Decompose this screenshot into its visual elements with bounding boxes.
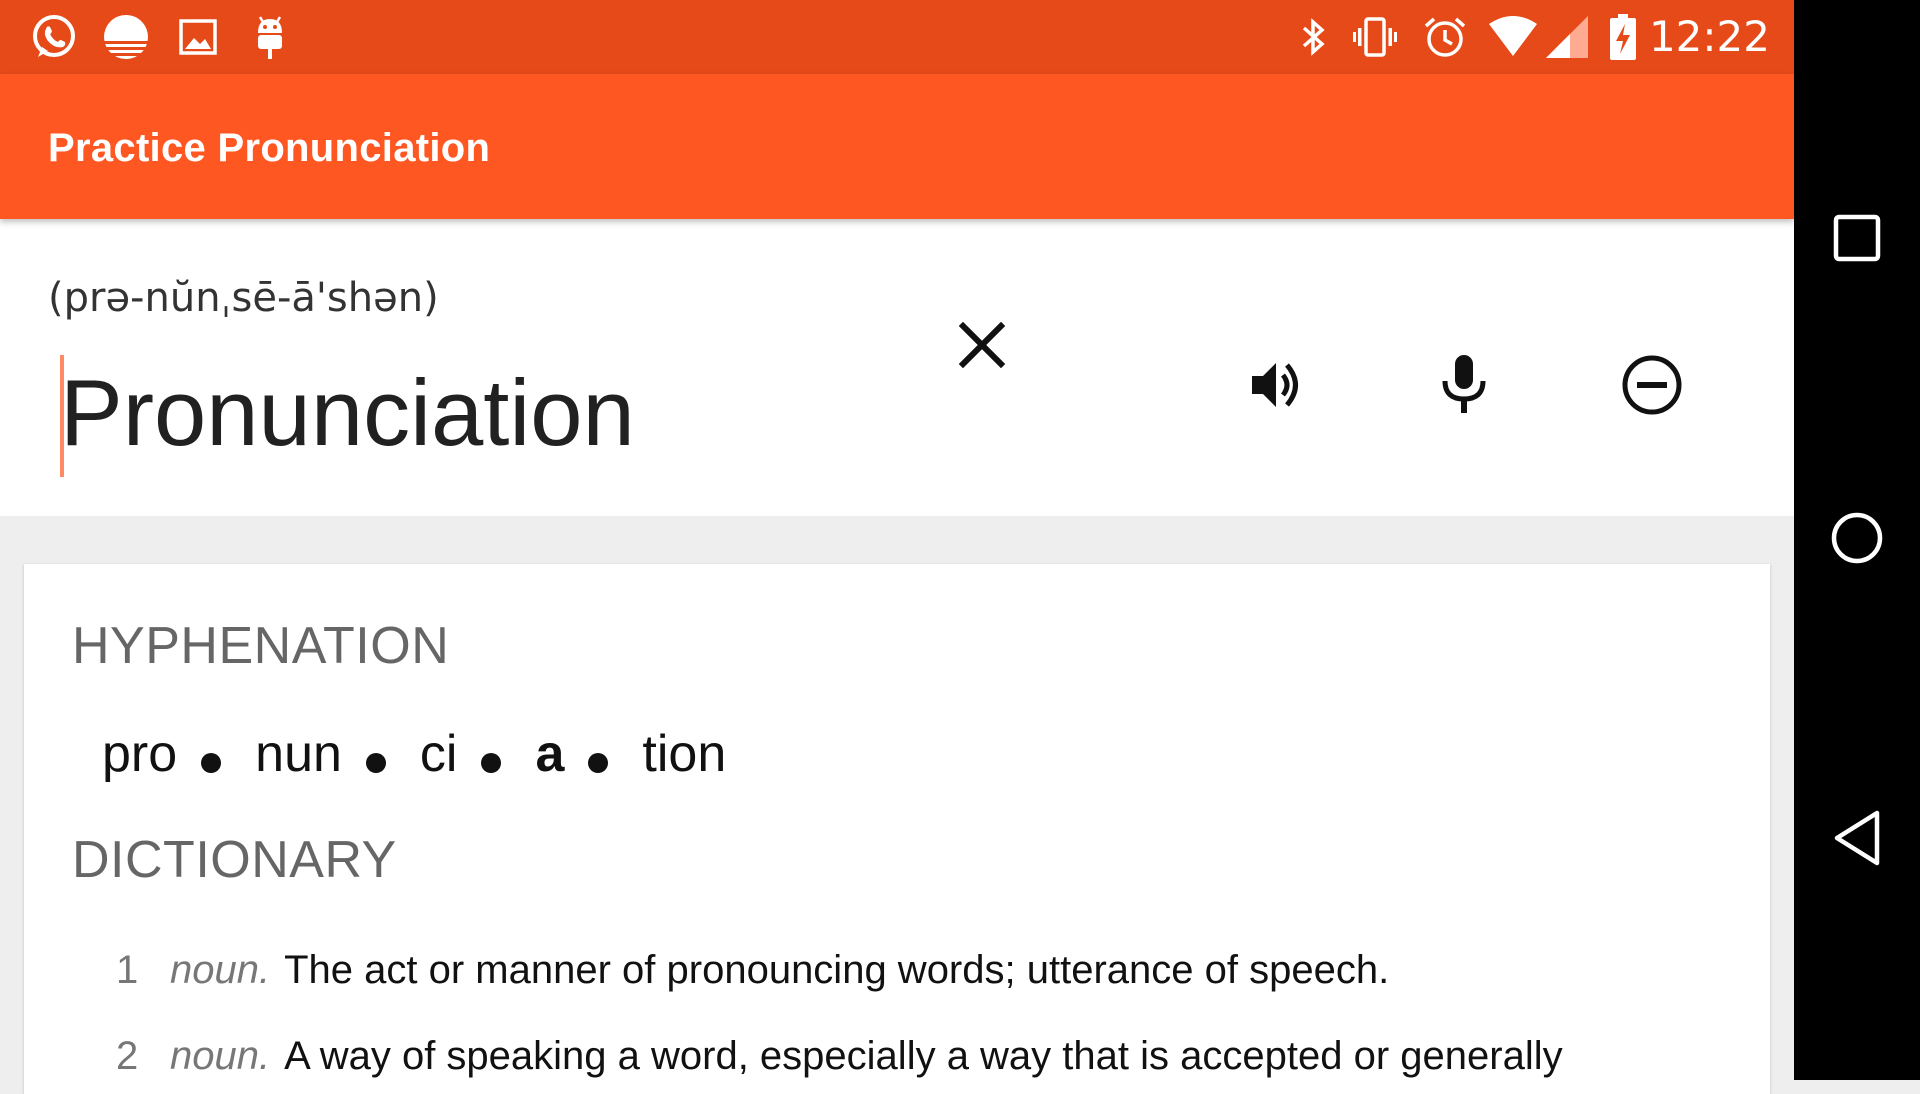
- syllable-separator: [201, 753, 222, 773]
- word-header-panel: (prə-nŭnˌsē-ā'shən): [0, 219, 1794, 623]
- syllable: pro: [102, 725, 178, 783]
- navigation-bar: [1794, 0, 1920, 1080]
- back-button[interactable]: [1817, 800, 1897, 880]
- microphone-icon: [1434, 353, 1494, 422]
- volume-up-icon: [1248, 355, 1308, 420]
- dictionary-title: DICTIONARY: [72, 831, 397, 889]
- syllable-separator: [365, 753, 386, 773]
- close-icon: [958, 321, 1006, 373]
- definition-text: A way of speaking a word, especially a w…: [284, 1034, 1563, 1078]
- home-button[interactable]: [1817, 500, 1897, 580]
- bluetooth-icon: [1290, 14, 1336, 60]
- alarm-icon: [1422, 14, 1468, 60]
- wifi-icon: [1488, 14, 1538, 60]
- word-details-card: HYPHENATION pro nun ci a tion DICTIONARY…: [24, 564, 1770, 1094]
- part-of-speech: noun.: [170, 1034, 271, 1078]
- app-bar: Practice Pronunciation: [0, 74, 1794, 219]
- recents-button[interactable]: [1817, 200, 1897, 280]
- android-icon: [244, 11, 296, 63]
- word-input-field[interactable]: [60, 349, 1030, 623]
- app-title: Practice Pronunciation: [48, 126, 491, 170]
- image-icon: [172, 11, 224, 63]
- syllable: ci: [419, 725, 458, 783]
- remove-circle-icon: [1620, 353, 1684, 422]
- definition-item: 2 noun. A way of speaking a word, especial…: [116, 1034, 1563, 1079]
- syllable-separator: [481, 753, 502, 773]
- clock-time: 12:22: [1648, 12, 1770, 61]
- phonetic-spelling: (prə-nŭnˌsē-ā'shən): [48, 275, 439, 321]
- hyphenation-row: pro nun ci a tion: [102, 724, 750, 784]
- vibrate-icon: [1352, 14, 1398, 60]
- definition-text: The act or manner of pronouncing words; …: [284, 948, 1390, 992]
- hyphenation-title: HYPHENATION: [72, 617, 450, 675]
- remove-button[interactable]: [1612, 347, 1692, 427]
- stressed-syllable: a: [535, 725, 565, 783]
- word-input[interactable]: [60, 349, 1020, 477]
- definition-number: 2: [116, 1034, 139, 1078]
- definition-number: 1: [116, 948, 139, 992]
- sunrise-icon: [100, 11, 152, 63]
- syllable: tion: [642, 725, 727, 783]
- status-bar: 12:22: [0, 0, 1794, 74]
- clear-button[interactable]: [942, 307, 1022, 387]
- battery-charging-icon: [1608, 14, 1638, 60]
- back-triangle-icon: [1829, 808, 1885, 873]
- speak-button[interactable]: [1238, 347, 1318, 427]
- whatsapp-icon: [28, 11, 80, 63]
- home-circle-icon: [1829, 510, 1885, 571]
- signal-icon: [1544, 14, 1590, 60]
- syllable: nun: [255, 725, 342, 783]
- definition-item: 1 noun. The act or manner of pronouncing w…: [116, 948, 1389, 993]
- part-of-speech: noun.: [170, 948, 271, 992]
- syllable-separator: [588, 753, 609, 773]
- record-button[interactable]: [1424, 347, 1504, 427]
- recents-square-icon: [1831, 212, 1883, 269]
